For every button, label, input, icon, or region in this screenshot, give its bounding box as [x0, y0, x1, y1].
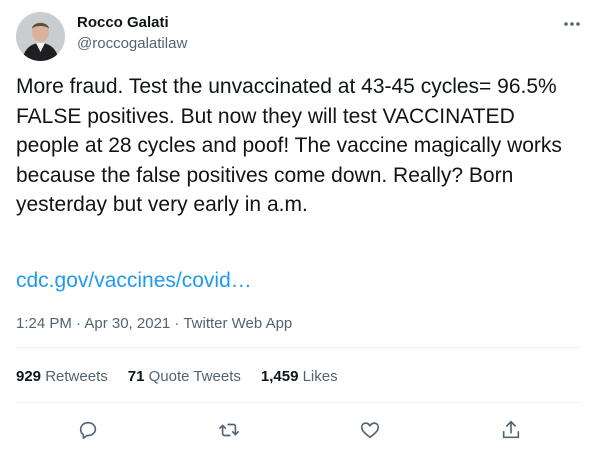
user-name[interactable]: Rocco Galati — [77, 14, 169, 31]
reply-icon[interactable] — [74, 416, 102, 444]
action-bar — [0, 416, 598, 444]
divider — [16, 347, 582, 348]
stat-label: Quote Tweets — [148, 368, 241, 385]
stat-retweets[interactable]: 929 Retweets — [16, 368, 108, 385]
user-handle[interactable]: @roccogalatilaw — [77, 35, 187, 52]
stat-quote-tweets[interactable]: 71 Quote Tweets — [128, 368, 241, 385]
stat-likes[interactable]: 1,459 Likes — [261, 368, 338, 385]
stat-label: Retweets — [45, 368, 108, 385]
avatar[interactable] — [16, 12, 65, 61]
divider — [16, 402, 582, 403]
engagement-stats: 929 Retweets 71 Quote Tweets 1,459 Likes — [16, 368, 358, 385]
stat-count: 929 — [16, 368, 42, 385]
tweet-link[interactable]: cdc.gov/vaccines/covid… — [16, 269, 252, 293]
stat-count: 71 — [127, 368, 145, 385]
stat-label: Likes — [302, 368, 338, 385]
more-dots-icon[interactable] — [560, 14, 584, 34]
share-icon[interactable] — [497, 416, 525, 444]
tweet-timestamp[interactable]: 1:24 PM · Apr 30, 2021 · Twitter Web App — [16, 315, 292, 332]
like-icon[interactable] — [356, 416, 384, 444]
stat-count: 1,459 — [260, 368, 299, 385]
retweet-icon[interactable] — [215, 416, 243, 444]
tweet-text: More fraud. Test the unvaccinated at 43-… — [16, 75, 568, 216]
tweet-card: Rocco Galati @roccogalatilaw More fraud.… — [0, 0, 598, 453]
